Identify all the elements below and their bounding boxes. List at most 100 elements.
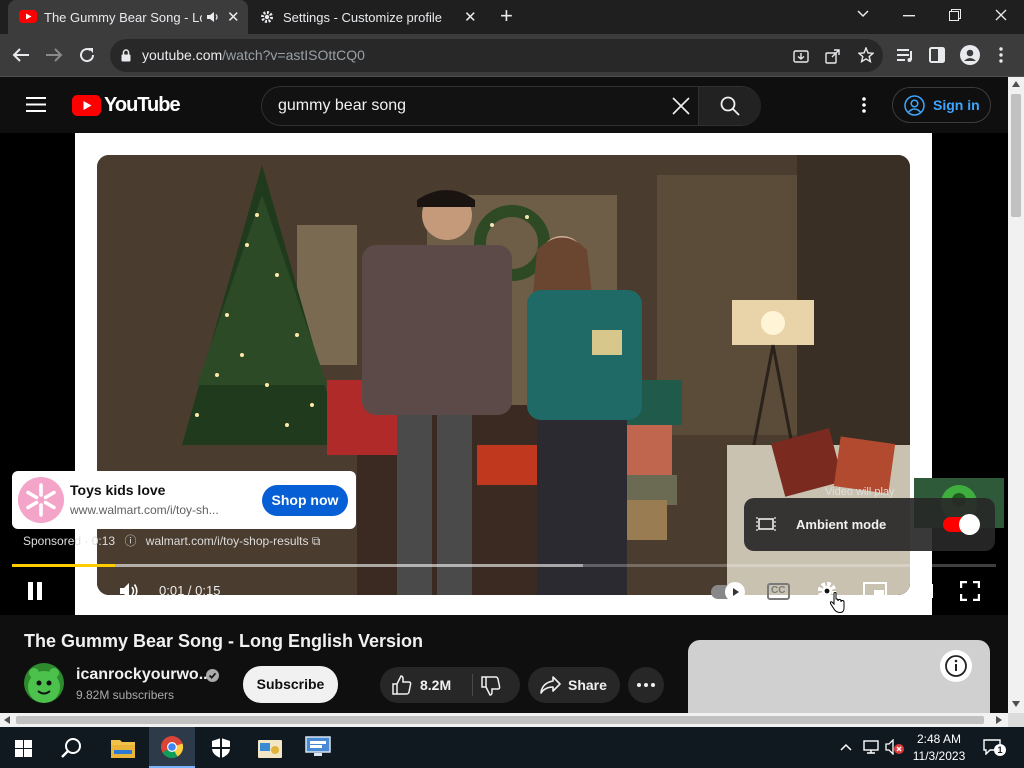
video-player[interactable]: Video will play Toys kids love www.walma… xyxy=(0,133,1008,615)
security-shield-icon[interactable] xyxy=(211,737,231,759)
tab-search-chevron-icon[interactable] xyxy=(857,10,869,18)
bookmark-star-icon[interactable] xyxy=(858,47,874,63)
clear-search-icon[interactable] xyxy=(672,97,690,115)
clock-time: 2:48 AM xyxy=(916,732,962,746)
theater-mode-icon[interactable] xyxy=(911,584,933,598)
search-button[interactable] xyxy=(699,87,761,125)
toggle-knob xyxy=(959,514,980,535)
vertical-scroll-thumb[interactable] xyxy=(1011,94,1021,217)
scroll-right-arrow-icon[interactable] xyxy=(996,716,1002,724)
ambient-mode-popup: Ambient mode xyxy=(744,498,995,551)
vertical-scrollbar[interactable] xyxy=(1008,77,1024,713)
thumbs-down-icon[interactable] xyxy=(481,676,501,696)
next-video-teaser: Video will play xyxy=(825,486,895,498)
speaker-audio-icon[interactable] xyxy=(206,11,220,23)
settings-more-icon[interactable] xyxy=(862,97,866,113)
channel-name[interactable]: icanrockyourwo... xyxy=(76,666,212,684)
ad-card[interactable]: Toys kids love www.walmart.com/i/toy-sh.… xyxy=(12,471,356,529)
side-panel-icon[interactable] xyxy=(929,47,945,63)
url-host: youtube.com xyxy=(142,47,223,63)
hamburger-menu-icon[interactable] xyxy=(26,97,46,112)
lock-icon[interactable] xyxy=(121,49,131,62)
search-box[interactable]: gummy bear song xyxy=(261,86,761,126)
chrome-taskbar-button[interactable] xyxy=(149,727,195,768)
share-label: Share xyxy=(568,677,607,693)
browser-tab-strip: The Gummy Bear Song - Lon ✕ Settings - C… xyxy=(0,0,1024,34)
reload-icon[interactable] xyxy=(78,46,96,64)
ad-info-icon[interactable] xyxy=(940,650,972,682)
tab-title: The Gummy Bear Song - Lon xyxy=(44,9,202,25)
ambient-mode-toggle[interactable] xyxy=(943,514,980,535)
tab-gummy-bear-song[interactable]: The Gummy Bear Song - Lon ✕ xyxy=(8,0,248,34)
install-app-icon[interactable] xyxy=(793,48,809,64)
scroll-down-arrow-icon[interactable] xyxy=(1012,701,1020,707)
autoplay-toggle[interactable] xyxy=(711,582,745,602)
sponsored-line: Sponsored · 0:13 ⓘ walmart.com/i/toy-sho… xyxy=(23,532,320,549)
scrollbar-corner xyxy=(1008,713,1024,727)
browser-menu-icon[interactable] xyxy=(999,47,1003,63)
info-icon[interactable]: ⓘ xyxy=(124,534,136,548)
more-actions-button[interactable] xyxy=(628,667,664,703)
sponsored-label: Sponsored xyxy=(23,534,82,548)
search-icon xyxy=(720,96,740,116)
notification-center[interactable]: 1 xyxy=(983,739,1006,756)
gummy-bear-avatar-icon xyxy=(28,668,60,703)
share-page-icon[interactable] xyxy=(825,48,841,64)
companion-ad-panel[interactable] xyxy=(688,640,990,716)
url-path: /watch?v=astISOttCQ0 xyxy=(222,47,365,63)
fullscreen-icon[interactable] xyxy=(960,581,980,601)
like-divider xyxy=(472,674,473,696)
notification-count-badge: 1 xyxy=(994,744,1006,756)
scroll-left-arrow-icon[interactable] xyxy=(4,716,10,724)
address-bar[interactable]: youtube.com/watch?v=astISOttCQ0 xyxy=(110,39,883,72)
time-display: 0:01 / 0:15 xyxy=(159,583,221,598)
profile-avatar-icon[interactable] xyxy=(960,45,980,65)
restore-icon[interactable] xyxy=(949,9,961,21)
search-input[interactable]: gummy bear song xyxy=(278,97,406,115)
back-arrow-icon[interactable] xyxy=(12,47,30,63)
volume-icon[interactable] xyxy=(119,582,139,600)
sponsor-link[interactable]: walmart.com/i/toy-shop-results xyxy=(146,534,309,548)
forward-arrow-icon[interactable] xyxy=(45,47,63,63)
like-button[interactable]: 8.2M xyxy=(380,667,470,703)
media-queue-icon[interactable] xyxy=(897,47,915,63)
shop-now-button[interactable]: Shop now xyxy=(262,485,348,516)
pause-icon[interactable] xyxy=(27,582,43,600)
new-tab-button[interactable]: + xyxy=(500,3,513,29)
minimize-icon[interactable] xyxy=(903,15,915,17)
channel-avatar[interactable] xyxy=(24,663,64,703)
subtitles-button[interactable]: CC xyxy=(767,583,790,600)
scroll-up-arrow-icon[interactable] xyxy=(1012,81,1020,87)
youtube-wordmark: YouTube xyxy=(104,93,181,116)
sign-in-button[interactable]: Sign in xyxy=(892,87,991,123)
windows-start-icon[interactable] xyxy=(15,740,32,757)
horizontal-scroll-thumb[interactable] xyxy=(16,716,984,724)
close-tab-icon[interactable]: ✕ xyxy=(464,8,477,26)
subscribe-button[interactable]: Subscribe xyxy=(243,666,338,703)
close-tab-icon[interactable]: ✕ xyxy=(227,8,240,26)
horizontal-scrollbar[interactable] xyxy=(0,713,1008,727)
walmart-spark-icon xyxy=(18,477,64,523)
network-icon[interactable] xyxy=(863,740,879,754)
control-panel-icon[interactable] xyxy=(258,738,282,758)
window-close-icon[interactable] xyxy=(995,9,1007,21)
chrome-icon xyxy=(161,736,183,758)
browser-toolbar: youtube.com/watch?v=astISOttCQ0 xyxy=(0,34,1024,77)
tab-settings[interactable]: Settings - Customize profile ✕ xyxy=(250,0,490,34)
player-controls: 0:01 / 0:15 CC xyxy=(0,570,1008,614)
miniplayer-icon[interactable] xyxy=(863,582,887,600)
next-icon[interactable] xyxy=(74,582,92,600)
file-explorer-icon[interactable] xyxy=(111,738,135,758)
windows-taskbar: 2:48 AM 11/3/2023 1 xyxy=(0,727,1024,768)
subtitles-label: CC xyxy=(771,585,786,596)
show-hidden-icons-chevron[interactable] xyxy=(840,743,852,751)
system-clock[interactable]: 2:48 AM 11/3/2023 xyxy=(906,731,972,765)
share-button[interactable]: Share xyxy=(528,667,620,703)
volume-muted-icon[interactable] xyxy=(885,739,905,755)
remote-desktop-icon[interactable] xyxy=(305,736,331,758)
taskbar-search-icon[interactable] xyxy=(61,737,83,759)
subscriber-count: 9.82M subscribers xyxy=(76,688,175,702)
youtube-logo[interactable]: YouTube xyxy=(72,93,181,116)
progress-bar[interactable] xyxy=(12,564,996,567)
account-circle-icon xyxy=(904,95,925,116)
